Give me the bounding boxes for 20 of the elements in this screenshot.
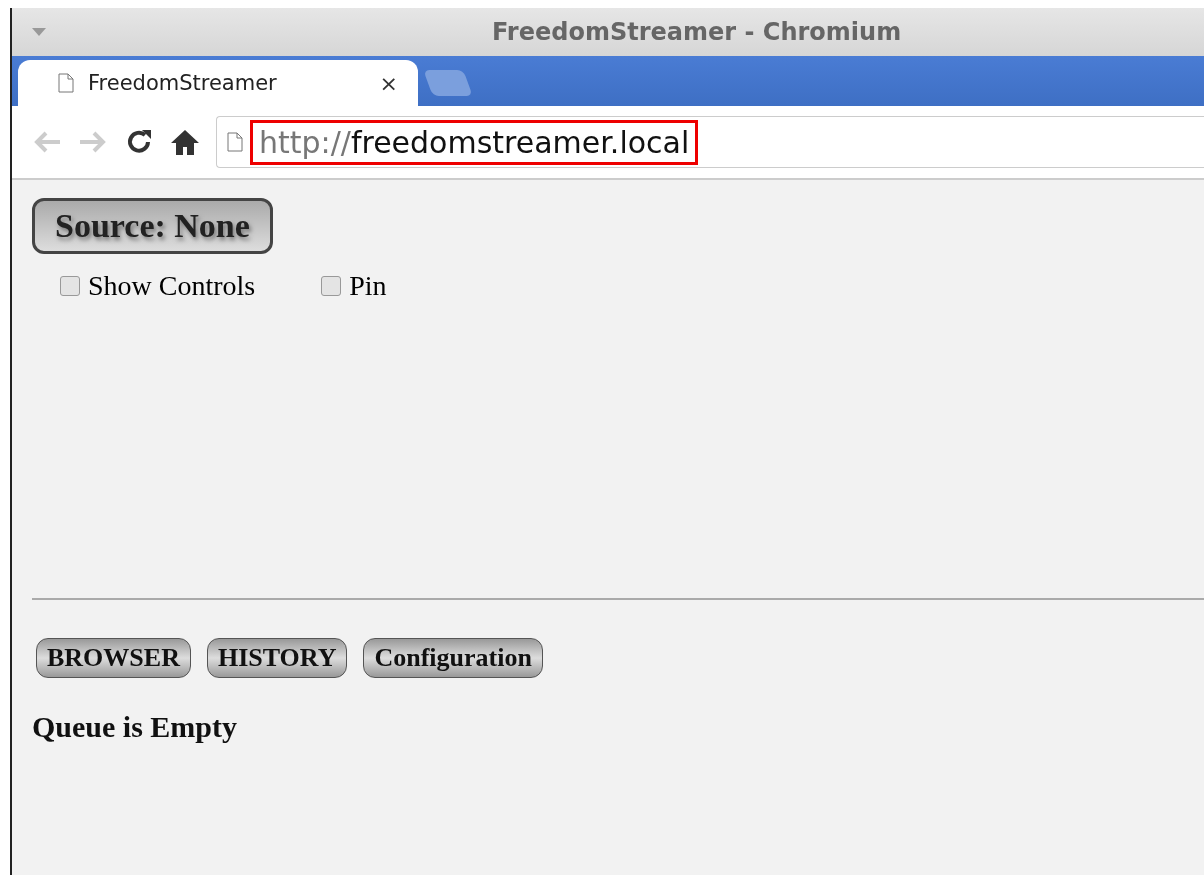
nav-button[interactable]: HISTORY (206, 638, 348, 678)
close-icon[interactable]: × (379, 70, 398, 96)
page-icon (227, 132, 243, 152)
window-title: FreedomStreamer - Chromium (492, 18, 902, 46)
home-icon[interactable] (170, 128, 200, 156)
back-arrow-icon[interactable] (32, 130, 62, 154)
forward-arrow-icon[interactable] (78, 130, 108, 154)
checkbox-label: Show Controls (88, 270, 256, 302)
page-icon (58, 73, 74, 93)
source-button[interactable]: Source: None (32, 198, 273, 254)
dropdown-icon[interactable] (32, 28, 46, 36)
address-bar[interactable]: http://freedomstreamer.local (216, 116, 1204, 168)
checkbox[interactable] (60, 276, 80, 296)
nav-button[interactable]: BROWSER (36, 638, 191, 678)
url-text: http://freedomstreamer.local (253, 122, 696, 162)
checkbox-label: Pin (349, 270, 387, 302)
browser-tab[interactable]: FreedomStreamer × (18, 60, 418, 106)
nav-button[interactable]: Configuration (363, 638, 543, 678)
checkbox[interactable] (321, 276, 342, 296)
queue-status: Queue is Empty (32, 710, 239, 744)
